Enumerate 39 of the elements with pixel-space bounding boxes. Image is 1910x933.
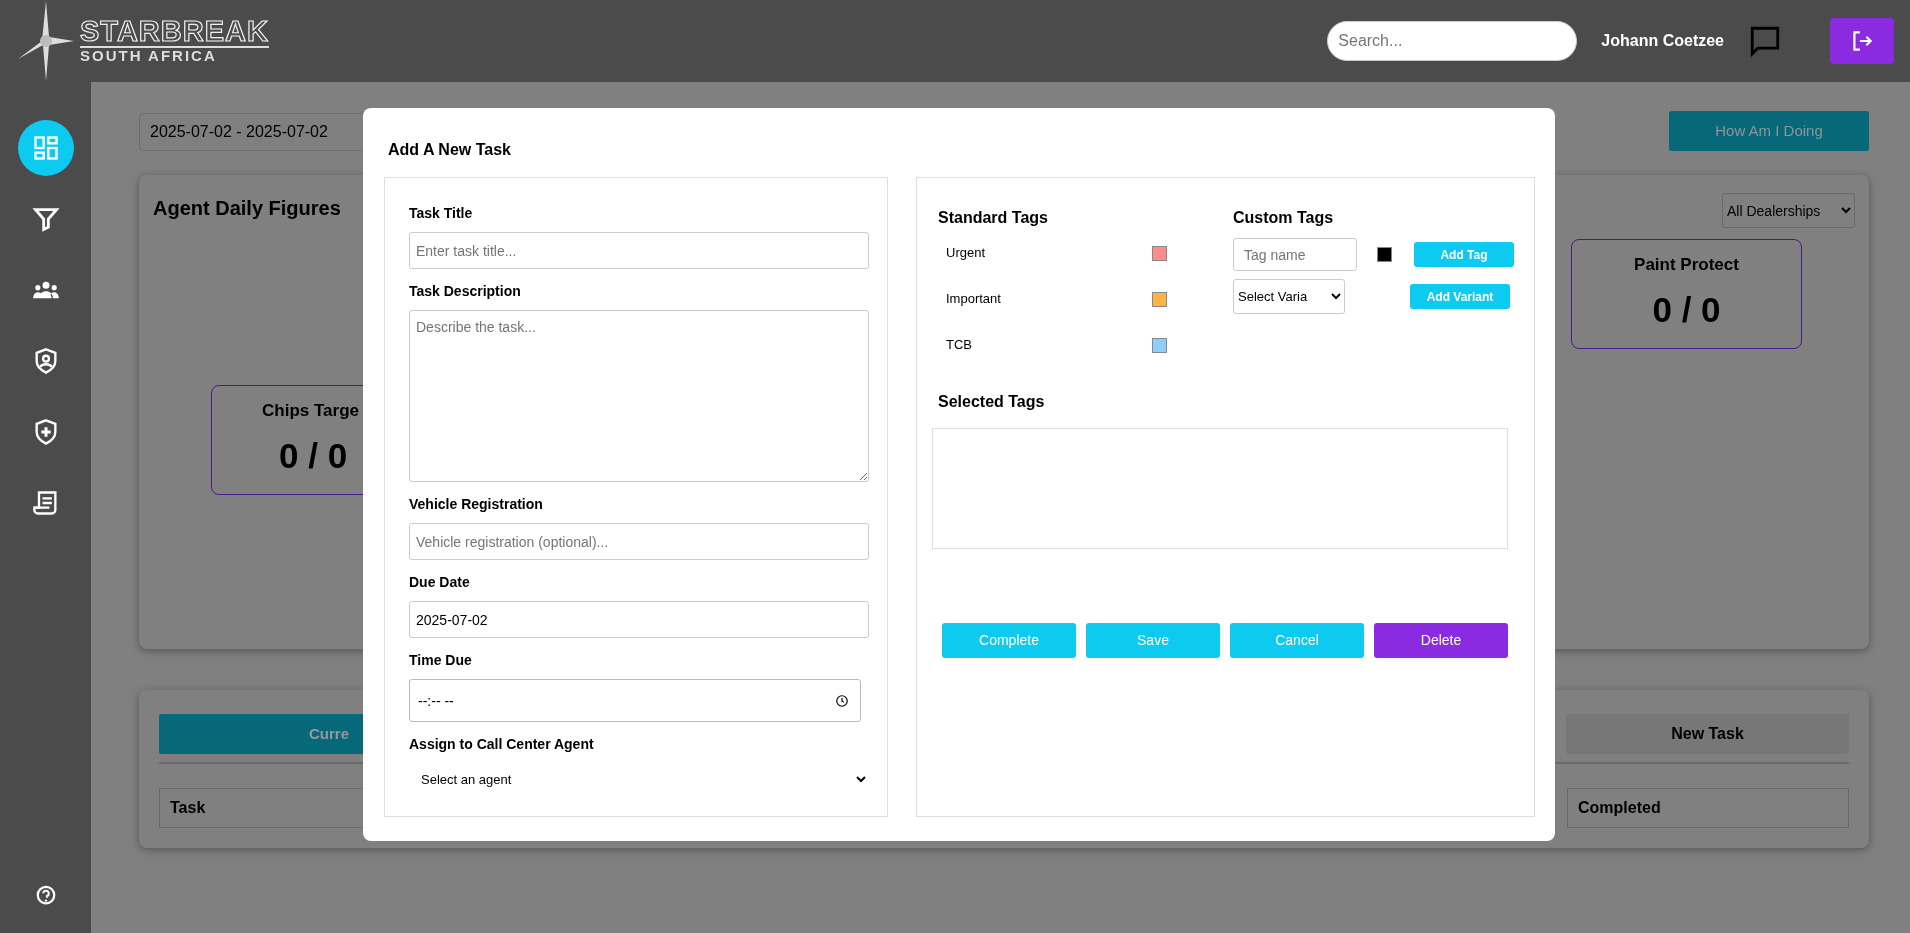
stat-label: Chips Targe — [262, 400, 360, 422]
field-label: Vehicle Registration — [409, 495, 544, 514]
section-heading: Custom Tags — [1233, 208, 1335, 228]
stat-value: 0 / 0 — [278, 434, 349, 477]
logo-title: STARBREAK — [80, 17, 269, 49]
user-name: Johann Coetzee — [1601, 31, 1724, 51]
dealership-select[interactable]: All Dealerships — [1722, 193, 1855, 228]
tag-label: Important — [946, 290, 1002, 309]
card-title: Agent Daily Figures — [153, 196, 341, 221]
input-field[interactable]: Vehicle registration (optional)... — [409, 523, 869, 560]
input-field[interactable]: 2025-07-02 — [409, 601, 869, 638]
modal-title: Add A New Task — [388, 140, 512, 160]
action-button[interactable]: Delete — [1374, 623, 1508, 658]
clock-icon — [835, 694, 849, 708]
variant-select[interactable]: Select Varia — [1233, 279, 1345, 314]
stat-label: Paint Protect — [1634, 254, 1739, 276]
input-field[interactable]: Enter task title... — [409, 232, 869, 269]
color-picker[interactable] — [1377, 247, 1392, 262]
filter-icon — [31, 205, 60, 233]
search-field[interactable]: Search... — [1327, 21, 1578, 61]
field-label: Task Title — [409, 204, 474, 223]
field-label: Task Description — [409, 282, 522, 301]
tab[interactable]: New Task — [1566, 714, 1849, 754]
logout-button[interactable] — [1830, 18, 1894, 64]
section-heading: Standard Tags — [938, 208, 1049, 228]
text-area-field[interactable]: Describe the task... — [409, 310, 869, 482]
receipt-icon — [31, 489, 60, 517]
section-heading: Selected Tags — [938, 392, 1046, 412]
field-label: Due Date — [409, 573, 471, 592]
tag-label: Urgent — [946, 244, 987, 263]
tag-label: TCB — [946, 336, 973, 355]
dashboard-icon — [31, 134, 60, 162]
time-field[interactable]: --:-- -- — [409, 679, 861, 722]
logo-subtitle: SOUTH AFRICA — [80, 48, 218, 65]
field-label: Time Due — [409, 651, 473, 670]
column-header: Completed — [1567, 788, 1849, 828]
stat-value: 0 / 0 — [1652, 288, 1721, 331]
help-icon[interactable] — [34, 885, 57, 907]
tag-name-field[interactable]: Tag name — [1233, 238, 1357, 271]
